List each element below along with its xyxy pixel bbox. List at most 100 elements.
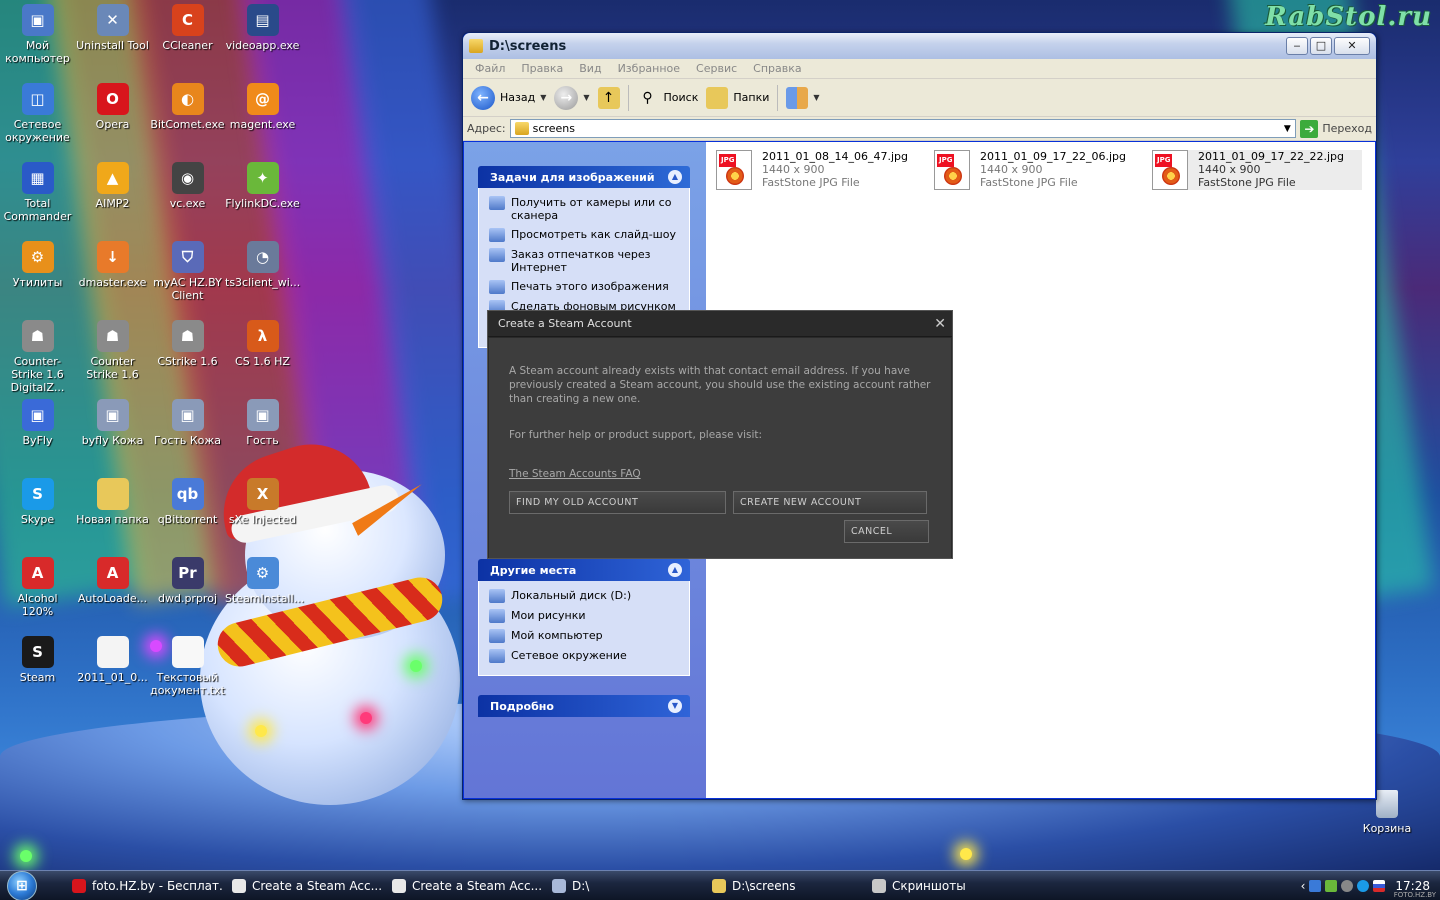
folders-button[interactable]: Папки [706, 86, 769, 109]
desktop-icon[interactable]: CStrike 1.6 [150, 318, 225, 368]
desktop-icon[interactable]: Steam [0, 634, 75, 684]
desktop-icon[interactable]: Opera [75, 81, 150, 131]
desktop-icon[interactable]: videoapp.exe [225, 2, 300, 52]
wallpaper-watermark: RabStol.ru [1265, 2, 1432, 32]
taskbar-button[interactable]: foto.HZ.by - Бесплат... [64, 873, 224, 899]
task-link[interactable]: Заказ отпечатков через Интернет [489, 248, 681, 274]
desktop-icon[interactable]: Counter-Strike 1.6 DigitalZ... [0, 318, 75, 394]
file-item[interactable]: JPG 2011_01_09_17_22_06.jpg 1440 x 900 Fast… [934, 150, 1144, 190]
desktop-icon[interactable]: Total Commander [0, 160, 75, 223]
steam-faq-link[interactable]: The Steam Accounts FAQ [509, 467, 931, 481]
desktop-icon-label: AIMP2 [95, 197, 130, 210]
close-button[interactable]: ✕ [1334, 37, 1370, 55]
file-item[interactable]: JPG 2011_01_09_17_22_22.jpg 1440 x 900 Fast… [1152, 150, 1362, 190]
chevron-down-icon[interactable]: ▼ [1279, 124, 1295, 134]
task-link[interactable]: Мои рисунки [489, 609, 681, 623]
task-link[interactable]: Локальный диск (D:) [489, 589, 681, 603]
minimize-button[interactable]: ‒ [1286, 37, 1308, 55]
create-new-account-button[interactable]: CREATE NEW ACCOUNT [733, 491, 927, 514]
chevron-up-icon[interactable]: ▲ [668, 170, 682, 184]
desktop-icon[interactable]: Гость [225, 397, 300, 447]
back-button[interactable]: ← Назад ▼ [471, 85, 546, 110]
desktop-icon[interactable]: Текстовый документ.txt [150, 634, 225, 697]
file-item[interactable]: JPG 2011_01_08_14_06_47.jpg 1440 x 900 Fast… [716, 150, 926, 190]
vc-icon [171, 162, 204, 194]
desktop-icon[interactable]: Новая папка [75, 476, 150, 526]
desktop-icon[interactable]: dmaster.exe [75, 239, 150, 289]
up-folder-icon[interactable]: ↑ [597, 86, 620, 109]
desktop-icon[interactable]: Мой компьютер [0, 2, 75, 65]
task-link[interactable]: Печать этого изображения [489, 280, 681, 294]
task-link[interactable]: Получить от камеры или со сканера [489, 196, 681, 222]
start-button[interactable]: ⊞ [0, 870, 44, 900]
menu-item[interactable]: Справка [745, 62, 809, 75]
desktop-icon-label: qBittorrent [157, 513, 218, 526]
desktop-icon[interactable]: FlylinkDC.exe [225, 160, 300, 210]
desktop-icon[interactable]: qBittorrent [150, 476, 225, 526]
task-link[interactable]: Мой компьютер [489, 629, 681, 643]
task-link[interactable]: Просмотреть как слайд-шоу [489, 228, 681, 242]
taskbar-button[interactable]: Create a Steam Acc... [224, 873, 384, 899]
desktop-icon[interactable]: vc.exe [150, 160, 225, 210]
other-places-header[interactable]: Другие места ▲ [478, 559, 690, 581]
chevron-up-icon[interactable]: ▲ [668, 563, 682, 577]
desktop-icon[interactable]: Alcohol 120% [0, 555, 75, 618]
steam-dialog-header[interactable]: Create a Steam Account ✕ [488, 311, 952, 337]
taskbar-button[interactable]: D:\ [544, 873, 704, 899]
desktop-icon[interactable]: Гость Кожа [150, 397, 225, 447]
views-button[interactable]: ▼ [786, 86, 820, 109]
desktop-icon[interactable]: AIMP2 [75, 160, 150, 210]
desktop-icon[interactable]: BitComet.exe [150, 81, 225, 131]
desktop-icon[interactable]: SteamInstall... [225, 555, 304, 605]
desktop-icon[interactable]: Skype [0, 476, 75, 526]
menu-item[interactable]: Сервис [688, 62, 745, 75]
close-icon[interactable]: ✕ [934, 316, 946, 332]
tray-expand-icon[interactable]: ‹ [1301, 879, 1306, 893]
desktop-icon[interactable]: ByFly [0, 397, 75, 447]
desktop-icon[interactable]: dwd.prproj [150, 555, 225, 605]
menu-item[interactable]: Избранное [610, 62, 688, 75]
desktop-icon[interactable]: sXe Injected [225, 476, 300, 526]
steam-tray-icon[interactable] [1341, 879, 1354, 892]
taskbar-button[interactable]: Create a Steam Acc... [384, 873, 544, 899]
forward-button[interactable]: → ▼ [554, 85, 590, 110]
windows-logo-icon: ⊞ [7, 870, 37, 900]
steam-dialog[interactable]: Create a Steam Account ✕ A Steam account… [487, 310, 953, 559]
file-name: 2011_01_09_17_22_06.jpg [980, 150, 1126, 163]
go-arrow-icon[interactable]: ➔ [1300, 119, 1319, 138]
task-link[interactable]: Сетевое окружение [489, 649, 681, 663]
desktop-icon[interactable]: ts3client_wi... [225, 239, 300, 289]
go-button[interactable]: Переход [1322, 122, 1372, 135]
recycle-bin-icon [1376, 790, 1398, 818]
desktop-icon[interactable]: Сетевое окружение [0, 81, 75, 144]
menu-item[interactable]: Вид [571, 62, 609, 75]
desktop-icon[interactable]: Uninstall Tool [75, 2, 150, 52]
menu-item[interactable]: Правка [513, 62, 571, 75]
desktop-icon[interactable]: 2011_01_0... [75, 634, 150, 684]
desktop-icon[interactable]: byfly Кожа [75, 397, 150, 447]
address-input[interactable]: screens ▼ [509, 119, 1297, 138]
image-tasks-header[interactable]: Задачи для изображений ▲ [478, 166, 690, 188]
skype-tray-icon[interactable] [1357, 879, 1370, 892]
desktop-icon[interactable]: AutoLoade... [75, 555, 150, 605]
desktop-icon[interactable]: CCleaner [150, 2, 225, 52]
explorer-titlebar[interactable]: D:\screens ‒ □ ✕ [463, 33, 1376, 59]
desktop-icon[interactable]: CS 1.6 HZ [225, 318, 300, 368]
menu-item[interactable]: Файл [467, 62, 513, 75]
search-button[interactable]: ⚲ Поиск [637, 87, 698, 109]
maximize-button[interactable]: □ [1310, 37, 1332, 55]
desktop-icon[interactable]: Counter Strike 1.6 [75, 318, 150, 381]
desktop-icon[interactable]: myAC HZ.BY Client [150, 239, 225, 302]
desktop-icon[interactable]: Утилиты [0, 239, 75, 289]
find-old-account-button[interactable]: FIND MY OLD ACCOUNT [509, 491, 726, 514]
taskbar-button[interactable]: D:\screens [704, 873, 864, 899]
folder-icon [514, 122, 529, 135]
network-tray-icon[interactable] [1309, 879, 1322, 892]
chevron-down-icon[interactable]: ▼ [668, 699, 682, 713]
signal-tray-icon[interactable] [1325, 879, 1338, 892]
details-header[interactable]: Подробно ▼ [478, 695, 690, 717]
desktop-icon[interactable]: magent.exe [225, 81, 300, 131]
language-flag-icon[interactable] [1373, 879, 1386, 892]
taskbar-button[interactable]: Скриншоты [864, 873, 1024, 899]
cancel-button[interactable]: CANCEL [844, 520, 929, 543]
